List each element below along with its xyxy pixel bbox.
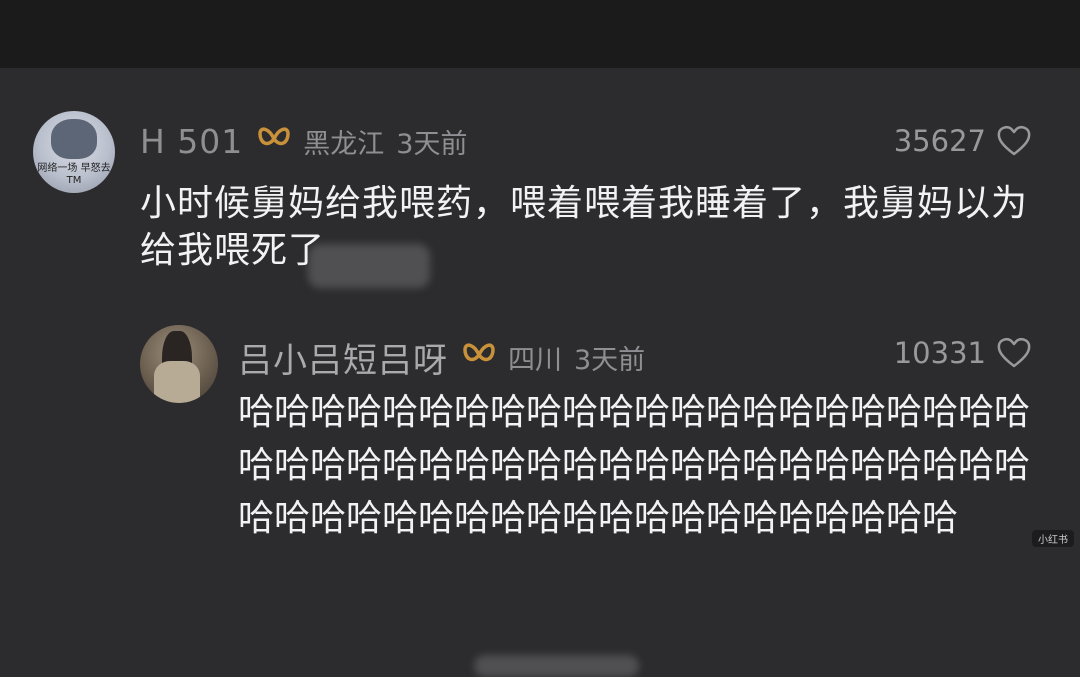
username[interactable]: H 501 (140, 122, 243, 161)
comment-text: 哈哈哈哈哈哈哈哈哈哈哈哈哈哈哈哈哈哈哈哈哈哈哈哈哈哈哈哈哈哈哈哈哈哈哈哈哈哈哈哈… (238, 386, 1043, 545)
heart-outline-icon[interactable] (996, 125, 1032, 157)
avatar-caption: 网络一场 早怒去TM (33, 163, 115, 187)
comment-meta: 吕小吕短吕呀 四川 3天前 (238, 333, 645, 382)
username[interactable]: 吕小吕短吕呀 (238, 333, 448, 382)
like-count: 10331 (894, 336, 986, 370)
top-bar (0, 0, 1080, 68)
comment-text: 小时候舅妈给我喂药，喂着喂着我睡着了，我舅妈以为给我喂死了 (140, 180, 1045, 274)
like-control[interactable]: 10331 (894, 336, 1032, 370)
avatar-figure (51, 119, 97, 159)
username-redaction (474, 655, 639, 677)
heart-outline-icon[interactable] (996, 337, 1032, 369)
avatar[interactable] (140, 325, 218, 403)
like-control[interactable]: 35627 (894, 124, 1032, 158)
location: 四川 (508, 338, 562, 377)
avatar[interactable]: 网络一场 早怒去TM (33, 111, 115, 193)
timestamp: 3天前 (574, 338, 645, 377)
avatar-figure-coat (154, 361, 200, 403)
comment-meta: H 501 黑龙江 3天前 (140, 122, 467, 161)
butterfly-icon (462, 340, 496, 375)
butterfly-icon (257, 124, 291, 159)
location: 黑龙江 (303, 122, 384, 161)
timestamp: 3天前 (396, 122, 467, 161)
like-count: 35627 (894, 124, 986, 158)
watermark: 小红书 (1032, 530, 1074, 547)
